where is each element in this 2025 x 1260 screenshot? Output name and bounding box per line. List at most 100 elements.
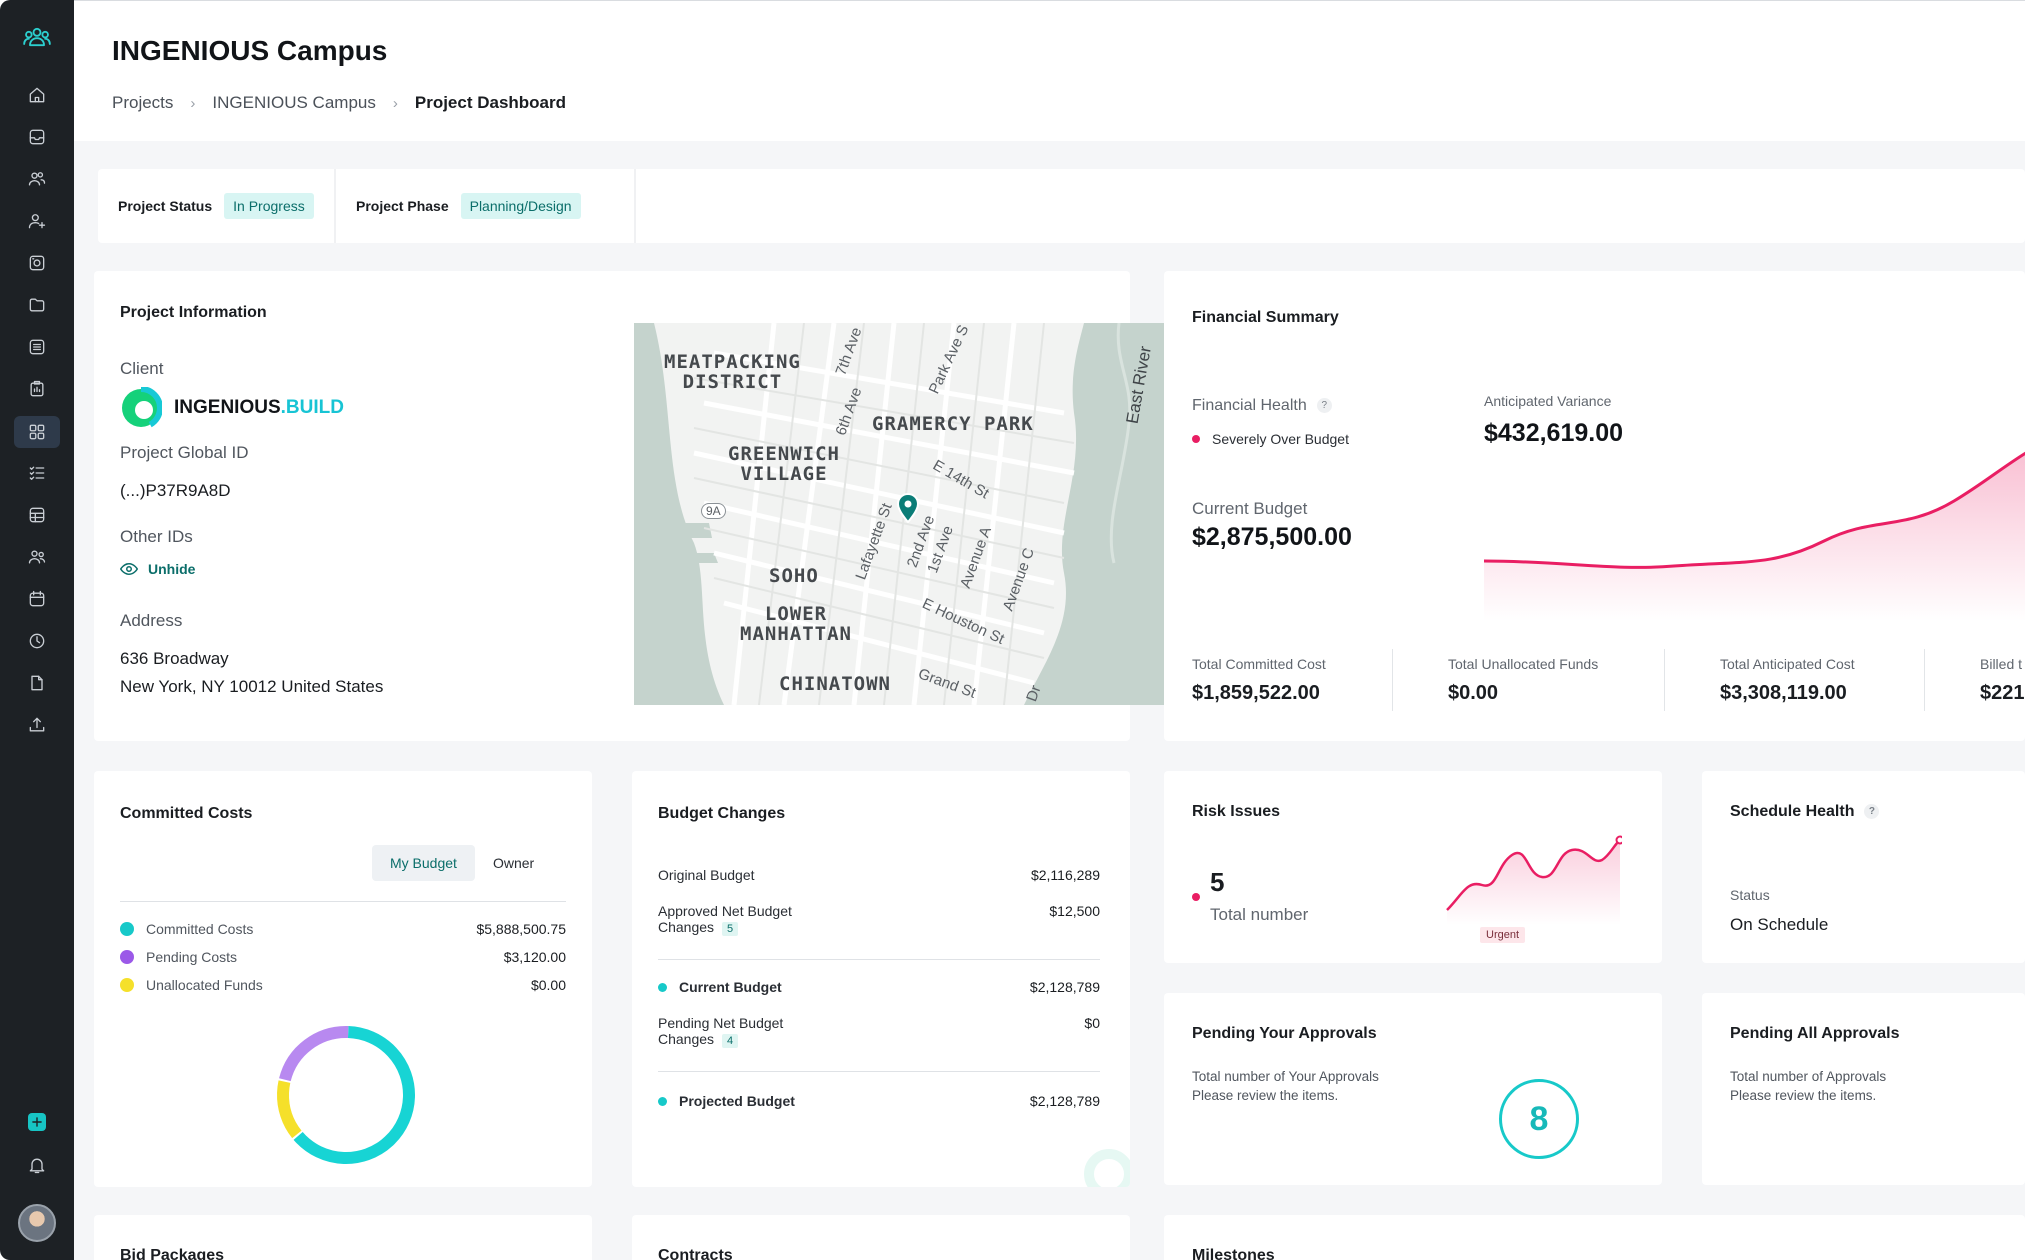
checklist-icon[interactable] [22, 458, 52, 488]
chevron-right-icon: › [190, 94, 196, 112]
add-icon[interactable] [28, 1113, 46, 1131]
users-icon[interactable] [22, 164, 52, 194]
original-budget-row: Original Budget $2,116,289 [658, 867, 1100, 883]
map-area-soho: SOHO [769, 565, 819, 587]
total-committed-cost: Total Committed Cost $1,859,522.00 [1192, 656, 1326, 704]
client-logo: INGENIOUS .BUILD [120, 387, 344, 429]
breadcrumb-campus[interactable]: INGENIOUS Campus [212, 93, 375, 113]
schedule-health-card: Schedule Health? Status On Schedule [1702, 771, 2025, 963]
card-title: Pending Your Approvals [1192, 1025, 1377, 1042]
map-area-greenwich: GREENWICH VILLAGE [728, 443, 840, 485]
project-status: Project Status In Progress [118, 169, 314, 243]
unhide-label: Unhide [148, 561, 196, 577]
map-area-meatpacking: MEATPACKING DISTRICT [664, 351, 801, 393]
sidebar [0, 0, 74, 1260]
legend-dot [658, 982, 667, 992]
card-title: Milestones [1192, 1247, 1275, 1260]
card-title: Committed Costs [120, 805, 253, 822]
map-pin-icon[interactable] [896, 493, 920, 523]
legend-dot [120, 950, 134, 964]
project-phase: Project Phase Planning/Design [356, 169, 581, 243]
address-line2: New York, NY 10012 United States [120, 677, 384, 696]
status-bar: Project Status In Progress Project Phase… [98, 169, 2025, 243]
eye-icon [120, 562, 138, 576]
financial-summary-card: Financial Summary Financial Health? Seve… [1164, 271, 2025, 741]
tab-my-budget[interactable]: My Budget [372, 845, 475, 881]
upload-icon[interactable] [22, 710, 52, 740]
client-name: INGENIOUS [174, 397, 281, 418]
billed-to-date: Billed t $221, [1980, 656, 2025, 704]
card-title: Project Information [120, 304, 267, 321]
projected-budget-row: Projected Budget $2,128,789 [658, 1093, 1100, 1109]
anticipated-variance-label: Anticipated Variance [1484, 393, 1612, 409]
team-logo-icon[interactable] [22, 22, 52, 52]
calendar-icon[interactable] [22, 584, 52, 614]
breadcrumb-projects[interactable]: Projects [112, 93, 173, 113]
table-icon[interactable] [22, 500, 52, 530]
card-title: Financial Summary [1192, 309, 1339, 326]
chevron-right-icon: › [392, 94, 398, 112]
project-status-label: Project Status [118, 198, 213, 214]
breadcrumb: Projects › INGENIOUS Campus › Project Da… [112, 93, 566, 113]
pending-your-description: Total number of Your Approvals Please re… [1192, 1069, 1379, 1103]
count-badge: 5 [722, 922, 739, 936]
project-phase-badge: Planning/Design [460, 193, 581, 219]
help-icon[interactable]: ? [1864, 804, 1880, 820]
folder-icon[interactable] [22, 290, 52, 320]
divider [120, 901, 566, 902]
divider [658, 1071, 1100, 1072]
variance-trend-chart [1484, 451, 2025, 621]
milestones-card: Milestones [1164, 1215, 2025, 1260]
alert-dot [1192, 435, 1200, 443]
list-item: Unallocated Funds $0.00 [120, 977, 566, 993]
alert-dot [1192, 893, 1200, 901]
risk-count: 5 [1210, 867, 1225, 897]
pending-all-description: Total number of Approvals Please review … [1730, 1069, 1887, 1103]
tab-owner[interactable]: Owner [475, 845, 552, 881]
card-title: Contracts [658, 1247, 733, 1260]
pending-your-approvals-card: Pending Your Approvals Total number of Y… [1164, 993, 1662, 1185]
home-icon[interactable] [22, 80, 52, 110]
map-route-shield: 9A [701, 503, 726, 519]
help-icon[interactable]: ? [1316, 398, 1332, 414]
project-status-badge: In Progress [224, 193, 314, 219]
list-item: Pending Costs $3,120.00 [120, 949, 566, 965]
map-area-chinatown: CHINATOWN [779, 673, 891, 695]
people-icon[interactable] [22, 542, 52, 572]
committed-costs-card: Committed Costs My Budget Owner Committe… [94, 771, 592, 1187]
clock-icon[interactable] [22, 626, 52, 656]
budget-changes-card: Budget Changes Original Budget $2,116,289… [632, 771, 1130, 1187]
global-id-label: Project Global ID [120, 443, 249, 462]
card-title: Pending All Approvals [1730, 1025, 1900, 1042]
dashboard-icon[interactable] [14, 416, 60, 448]
user-add-icon[interactable] [22, 206, 52, 236]
inbox-icon[interactable] [22, 122, 52, 152]
legend-dot [120, 978, 134, 992]
committed-donut-chart [277, 1026, 415, 1164]
page-title: INGENIOUS Campus [112, 35, 388, 66]
legend-dot [658, 1096, 667, 1106]
document-icon[interactable] [22, 668, 52, 698]
divider [658, 959, 1100, 960]
report-icon[interactable] [22, 374, 52, 404]
divider [634, 169, 636, 243]
card-title: Bid Packages [120, 1247, 225, 1260]
schedule-status-value: On Schedule [1730, 915, 1829, 934]
breadcrumb-current: Project Dashboard [414, 93, 567, 112]
unhide-link[interactable]: Unhide [120, 561, 195, 577]
project-map[interactable]: MEATPACKING DISTRICT GRAMERCY PARK GREEN… [634, 323, 1165, 705]
financial-health-label: Financial Health? [1192, 397, 1332, 415]
pending-changes-row: Pending Net Budget Changes 4 $0 [658, 1015, 1100, 1048]
bid-packages-card: Bid Packages [94, 1215, 592, 1260]
avatar[interactable] [18, 1204, 56, 1242]
map-area-lower-manhattan: LOWER MANHATTAN [740, 603, 852, 645]
card-title: Budget Changes [658, 805, 786, 822]
project-phase-label: Project Phase [356, 198, 449, 214]
pending-your-count[interactable]: 8 [1499, 1079, 1579, 1159]
client-label: Client [120, 359, 164, 378]
list-icon[interactable] [22, 332, 52, 362]
bell-icon[interactable] [22, 1150, 52, 1180]
gallery-icon[interactable] [22, 248, 52, 278]
current-budget-row: Current Budget $2,128,789 [658, 979, 1100, 995]
address-label: Address [120, 611, 183, 630]
